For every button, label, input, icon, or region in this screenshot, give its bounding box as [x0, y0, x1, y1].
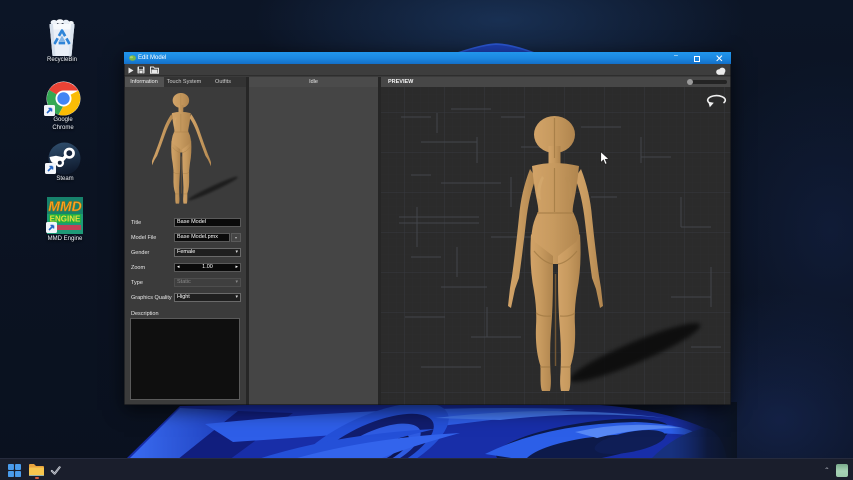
svg-text:MMD: MMD: [48, 198, 81, 214]
